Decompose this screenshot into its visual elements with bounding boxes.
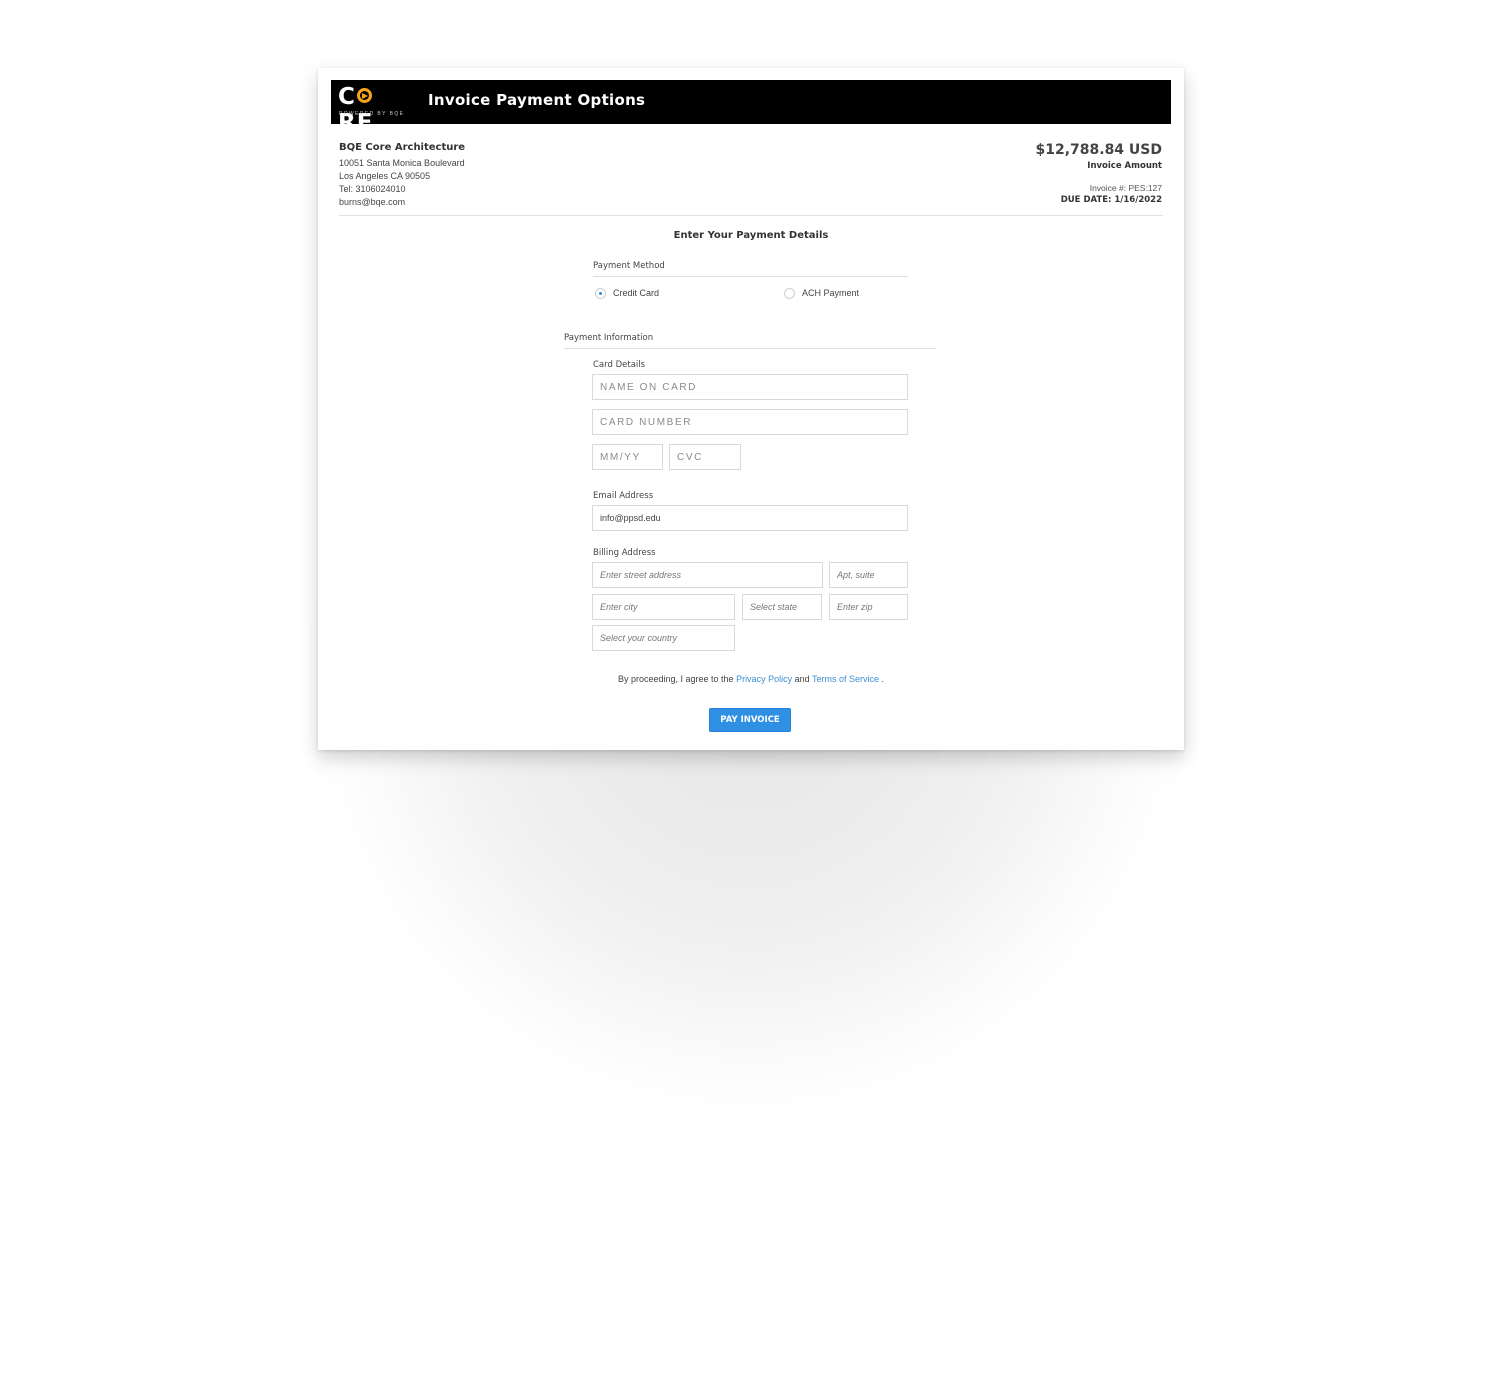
terms-of-service-link[interactable]: Terms of Service (812, 674, 879, 684)
state-select[interactable]: Select state (742, 594, 822, 620)
email-input[interactable]: info@ppsd.edu (592, 505, 908, 531)
card-details-label: Card Details (593, 360, 646, 370)
logo-play-icon (356, 88, 372, 103)
pay-invoice-button[interactable]: PAY INVOICE (709, 708, 791, 732)
company-email: burns@bqe.com (339, 197, 406, 207)
payment-information-divider (564, 348, 936, 349)
email-label: Email Address (593, 491, 654, 501)
form-title: Enter Your Payment Details (673, 230, 829, 241)
apt-suite-input[interactable]: Apt, suite (829, 562, 908, 588)
payment-method-label: Payment Method (593, 261, 665, 271)
name-on-card-input[interactable]: NAME ON CARD (592, 374, 908, 400)
expiry-input[interactable]: MM/YY (592, 444, 663, 470)
ach-payment-radio[interactable] (784, 288, 795, 299)
payment-method-divider (593, 276, 908, 277)
city-input[interactable]: Enter city (592, 594, 735, 620)
payment-information-label: Payment Information (564, 333, 654, 343)
country-select[interactable]: Select your country (592, 625, 735, 651)
zip-input[interactable]: Enter zip (829, 594, 908, 620)
billing-address-label: Billing Address (593, 548, 656, 558)
invoice-amount: $12,788.84 USD (1035, 142, 1162, 158)
payment-card: CRE POWERED BY BQE Invoice Payment Optio… (318, 68, 1184, 750)
credit-card-radio[interactable] (595, 288, 606, 299)
company-address2: Los Angeles CA 90505 (339, 171, 431, 181)
invoice-summary: $12,788.84 USD Invoice Amount Invoice #:… (1035, 142, 1162, 205)
agreement-and: and (794, 674, 810, 684)
invoice-amount-label: Invoice Amount (1087, 161, 1162, 171)
credit-card-label[interactable]: Credit Card (613, 288, 659, 298)
agreement-prefix: By proceeding, I agree to the (617, 674, 734, 684)
page-title: Invoice Payment Options (428, 91, 646, 109)
company-name: BQE Core Architecture (339, 142, 466, 153)
company-tel: Tel: 3106024010 (339, 184, 406, 194)
due-date: DUE DATE: 1/16/2022 (1060, 195, 1162, 205)
company-info: BQE Core Architecture 10051 Santa Monica… (339, 142, 465, 209)
agreement-text: By proceeding, I agree to the Privacy Po… (318, 674, 1184, 684)
header-divider (339, 215, 1163, 216)
privacy-policy-link[interactable]: Privacy Policy (736, 674, 792, 684)
cvc-input[interactable]: CVC (669, 444, 741, 470)
invoice-number: Invoice #: PES:127 (1089, 183, 1162, 193)
ach-payment-label[interactable]: ACH Payment (802, 288, 859, 298)
header-bar: CRE POWERED BY BQE Invoice Payment Optio… (331, 80, 1171, 136)
agreement-suffix: . (881, 674, 885, 684)
card-number-input[interactable]: CARD NUMBER (592, 409, 908, 435)
company-address1: 10051 Santa Monica Boulevard (339, 158, 465, 168)
core-logo: CRE POWERED BY BQE (338, 84, 405, 136)
street-address-input[interactable]: Enter street address (592, 562, 823, 588)
